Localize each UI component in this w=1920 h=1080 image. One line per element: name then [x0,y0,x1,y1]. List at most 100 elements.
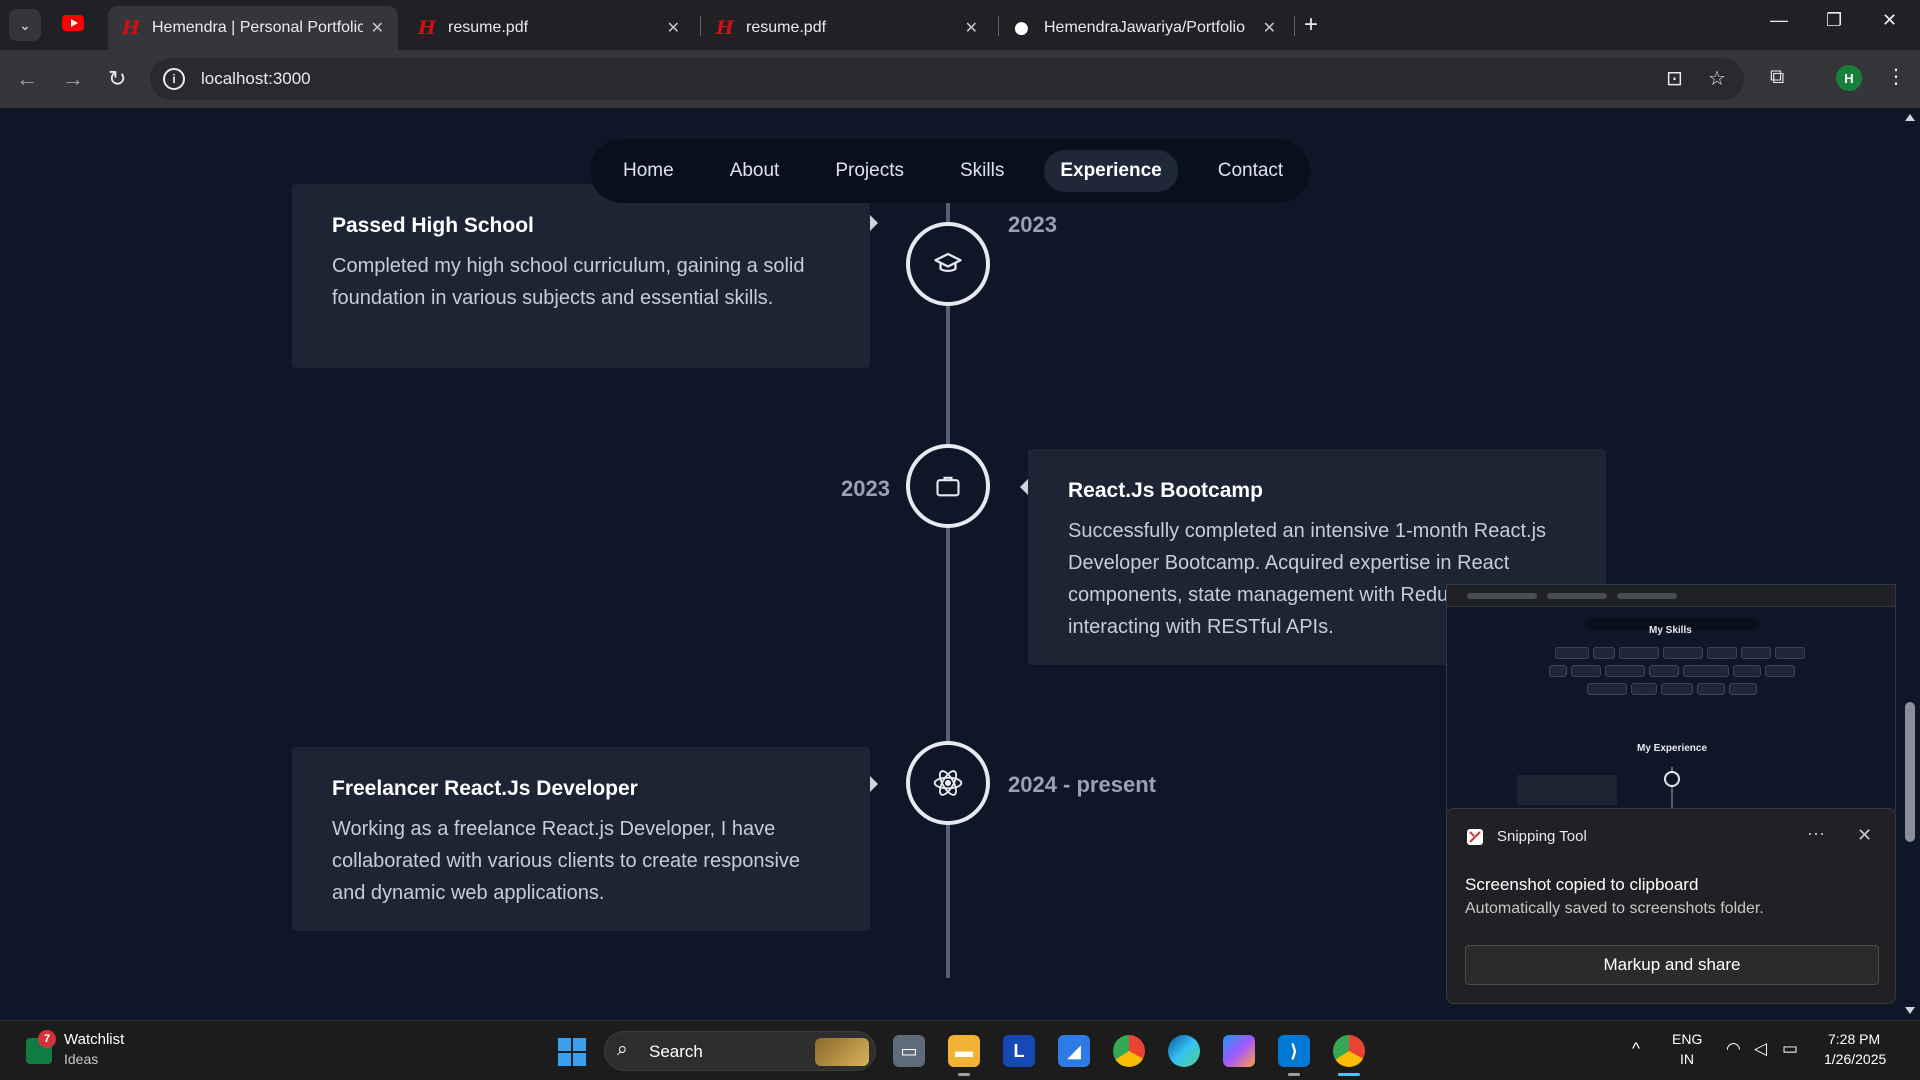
bookmark-star-icon[interactable]: ☆ [1708,66,1726,91]
preview-skill-chip [1555,647,1589,659]
tab-search-button[interactable]: ⌄ [9,9,41,41]
tab-portfolio[interactable]: H Hemendra | Personal Portfolio ✕ [108,6,398,50]
preview-timeline-card [1517,775,1617,805]
card-pointer-icon [870,215,878,231]
react-icon [933,770,963,796]
file-explorer-icon[interactable]: ▬ [948,1035,980,1067]
preview-skill-chip [1619,647,1659,659]
timeline-card-high-school: Passed High School Completed my high sch… [292,184,870,368]
back-arrow-icon[interactable]: ← [16,66,38,92]
timeline-date: 2024 - present [1008,772,1156,797]
chrome-profile-icon[interactable] [1333,1035,1365,1067]
new-tab-button[interactable]: + [1304,11,1318,39]
timeline-card-freelancer: Freelancer React.Js Developer Working as… [292,747,870,931]
nav-skills[interactable]: Skills [944,150,1020,192]
taskbar-search[interactable]: ⌕ Search [604,1031,876,1071]
preview-skill-chip [1605,665,1645,677]
tab-resume-1[interactable]: H resume.pdf ✕ [404,6,694,50]
nav-contact[interactable]: Contact [1202,150,1299,192]
battery-icon[interactable]: ▭ [1782,1039,1798,1059]
url-text: localhost:3000 [201,69,311,88]
tab-separator [998,16,999,36]
language-indicator[interactable]: ENG [1672,1031,1702,1047]
l-app-icon[interactable]: L [1003,1035,1035,1067]
search-icon: ⌕ [617,1039,628,1060]
site-navbar: Home About Projects Skills Experience Co… [590,139,1310,203]
watchlist-badge: 7 [38,1030,56,1048]
more-options-icon[interactable]: ··· [1807,823,1825,844]
extensions-icon[interactable]: ⧉ [1770,66,1784,89]
preview-skill-chip [1697,683,1725,695]
nav-about[interactable]: About [714,150,796,192]
app-running-indicator [1288,1073,1300,1076]
youtube-pinned-tab-icon[interactable] [62,15,84,31]
timeline-card-description: Working as a freelance React.js Develope… [332,818,801,904]
nav-home[interactable]: Home [607,150,690,192]
vscode-icon[interactable]: ⟩ [1278,1035,1310,1067]
preview-skill-chip [1775,647,1805,659]
wifi-icon[interactable]: ◠ [1726,1039,1741,1059]
azure-app-icon[interactable]: ◢ [1058,1035,1090,1067]
portfolio-favicon-icon: H [122,17,140,39]
tab-title: resume.pdf [746,19,827,36]
widget-title[interactable]: Watchlist [64,1031,124,1048]
snipping-tool-notification: Snipping Tool ··· ✕ Screenshot copied to… [1446,808,1896,1004]
restore-icon[interactable]: ❐ [1826,10,1842,31]
clock-time[interactable]: 7:28 PM [1828,1031,1880,1047]
app-running-indicator [958,1073,970,1076]
card-pointer-icon [870,776,878,792]
windows-start-icon[interactable] [558,1038,586,1066]
edge-icon[interactable] [1168,1035,1200,1067]
preview-skill-chip [1661,683,1693,695]
minimize-icon[interactable]: — [1770,10,1788,31]
briefcase-icon [936,476,960,497]
forward-arrow-icon[interactable]: → [62,66,84,92]
tab-separator [700,16,701,36]
nav-experience[interactable]: Experience [1044,150,1178,192]
window-close-icon[interactable]: ✕ [1882,10,1897,31]
browser-tabstrip: ⌄ H Hemendra | Personal Portfolio ✕ H re… [0,0,1920,50]
site-info-icon[interactable]: i [163,68,185,90]
page-scrollbar[interactable] [1900,108,1920,1020]
scroll-thumb[interactable] [1905,702,1915,842]
tab-github[interactable]: ● HemendraJawariya/Portfolio ✕ [1000,6,1290,50]
tab-close-icon[interactable]: ✕ [667,18,680,38]
graduation-cap-icon [934,252,962,272]
resume-favicon-icon: H [418,17,436,39]
preview-skill-chip [1707,647,1737,659]
tab-close-icon[interactable]: ✕ [1263,18,1276,38]
preview-skill-chip [1683,665,1729,677]
preview-tab [1617,593,1677,599]
tray-overflow-icon[interactable]: ^ [1632,1039,1640,1059]
preview-skill-chip [1733,665,1761,677]
browser-menu-icon[interactable]: ⋮ [1886,64,1906,89]
screenshot-preview[interactable]: My Skills My Experience [1446,584,1896,812]
tab-resume-2[interactable]: H resume.pdf ✕ [702,6,992,50]
snipping-tool-icon [1467,829,1483,845]
install-app-icon[interactable]: ⊡ [1666,66,1683,91]
tab-close-icon[interactable]: ✕ [965,18,978,38]
markup-and-share-button[interactable]: Markup and share [1465,945,1879,985]
preview-skill-chip [1593,647,1615,659]
notification-subtitle: Automatically saved to screenshots folde… [1465,900,1764,917]
task-view-icon[interactable]: ▭ [893,1035,925,1067]
timeline-node [906,741,990,825]
chrome-icon[interactable] [1113,1035,1145,1067]
timeline-card-title: Passed High School [332,214,534,237]
windows-taskbar: 7 Watchlist Ideas ⌕ Search ▭ ▬ L ◢ ⟩ ^ E… [0,1020,1920,1080]
preview-tab [1547,593,1607,599]
reload-icon[interactable]: ↻ [108,66,126,92]
tab-close-icon[interactable]: ✕ [371,18,384,38]
timeline-card-title: React.Js Bootcamp [1068,479,1263,502]
scroll-down-arrow-icon[interactable] [1905,1007,1915,1014]
tab-title: resume.pdf [448,19,529,36]
scroll-up-arrow-icon[interactable] [1905,114,1915,121]
nav-projects[interactable]: Projects [819,150,920,192]
copilot-icon[interactable] [1223,1035,1255,1067]
preview-tab [1467,593,1537,599]
notification-close-icon[interactable]: ✕ [1857,825,1872,846]
volume-icon[interactable]: ◁ [1754,1039,1767,1059]
profile-avatar[interactable]: H [1836,65,1862,91]
card-pointer-icon [1020,479,1028,495]
address-bar[interactable]: i localhost:3000 [150,58,1744,100]
